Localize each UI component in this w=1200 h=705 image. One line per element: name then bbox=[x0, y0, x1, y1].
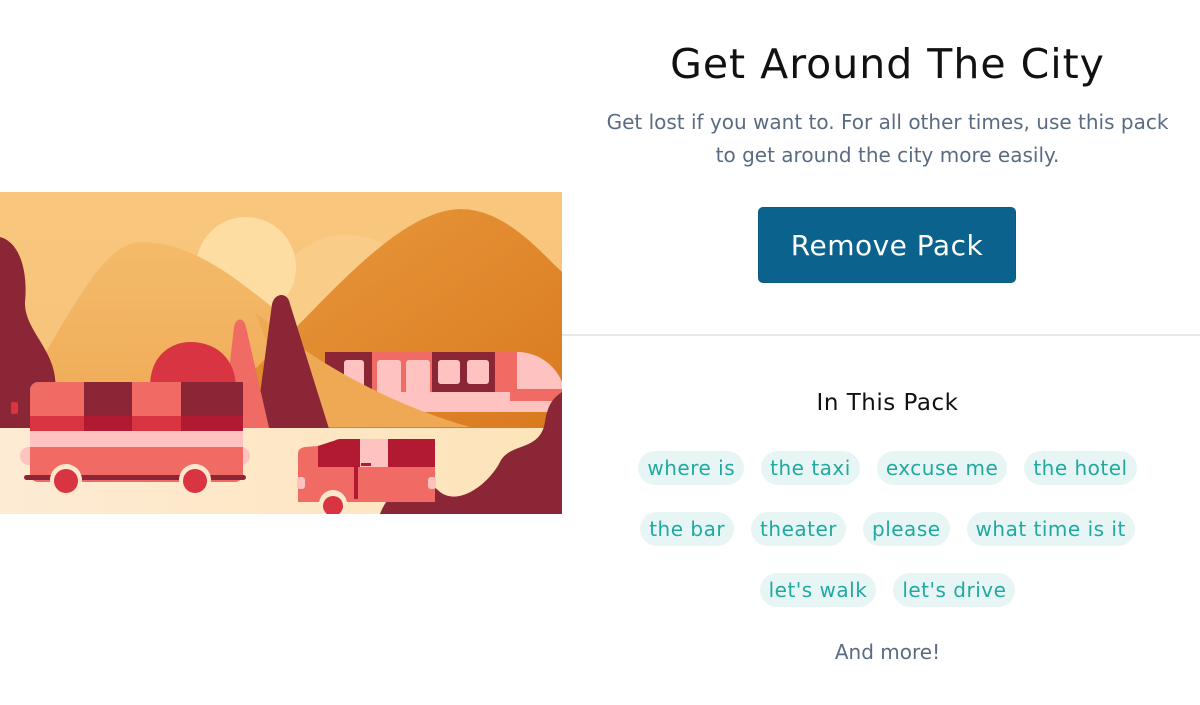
phrase-chip: where is bbox=[638, 451, 745, 485]
phrase-chip: let's walk bbox=[759, 573, 877, 607]
and-more-label: And more! bbox=[834, 640, 941, 664]
phrase-chip: let's drive bbox=[893, 573, 1016, 607]
small-marker bbox=[11, 402, 18, 414]
phrase-chip: please bbox=[863, 512, 950, 546]
phrase-chip: the taxi bbox=[761, 451, 860, 485]
phrase-chip: the hotel bbox=[1024, 451, 1137, 485]
pack-detail-page: Get Around The City Get lost if you want… bbox=[0, 0, 1200, 705]
phrase-chip: theater bbox=[751, 512, 846, 546]
pack-title: Get Around The City bbox=[670, 40, 1105, 88]
pack-illustration bbox=[0, 192, 562, 514]
in-this-pack-heading: In This Pack bbox=[816, 390, 959, 416]
section-divider bbox=[562, 334, 1200, 336]
bus bbox=[20, 382, 250, 496]
phrase-chip: what time is it bbox=[966, 512, 1135, 546]
pack-description: Get lost if you want to. For all other t… bbox=[606, 110, 1169, 167]
remove-pack-button[interactable]: Remove Pack bbox=[758, 207, 1016, 283]
phrase-chip: the bar bbox=[640, 512, 735, 546]
phrase-chip-list: where is the taxi excuse me the hotel th… bbox=[620, 451, 1155, 607]
phrase-chip: excuse me bbox=[876, 451, 1008, 485]
